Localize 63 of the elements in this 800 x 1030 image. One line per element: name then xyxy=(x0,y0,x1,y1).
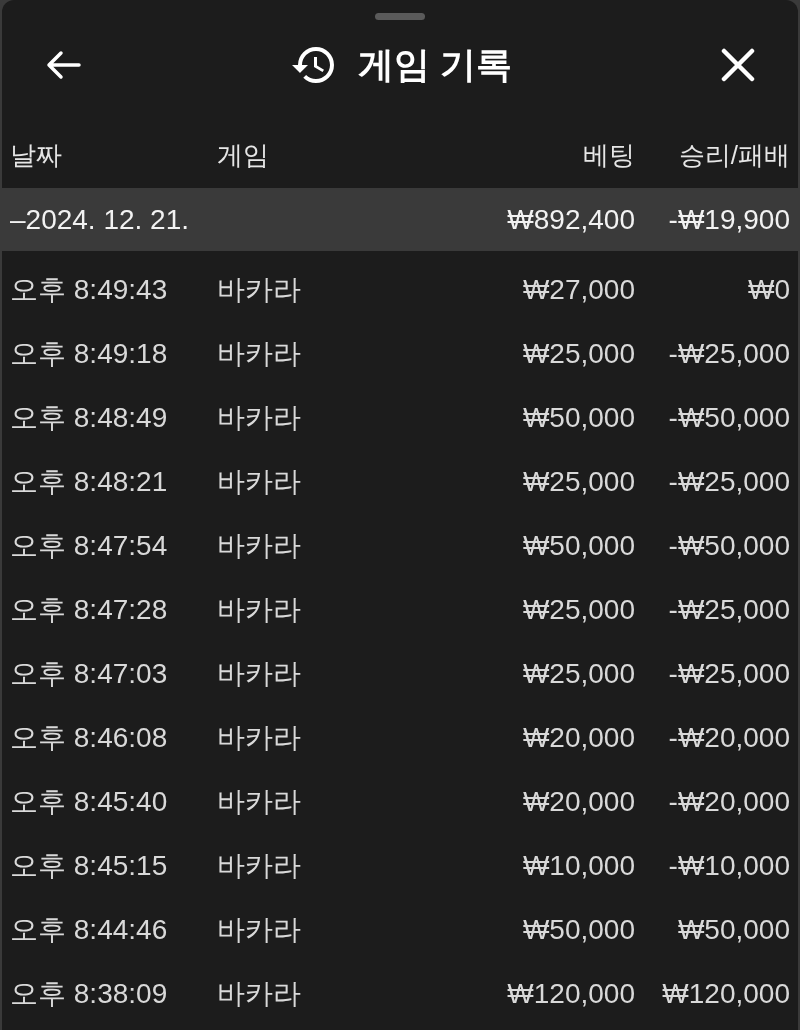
time-cell-text: 오후 8:47:54 xyxy=(10,529,168,563)
back-button[interactable] xyxy=(45,50,81,80)
game-column-header: 게임 xyxy=(217,138,269,172)
time-cell-text: 오후 8:38:09 xyxy=(10,977,168,1011)
time-cell-text: 오후 8:49:18 xyxy=(10,337,168,371)
time-cell-text: 오후 8:45:40 xyxy=(10,785,168,819)
bet-cell-text: ₩50,000 xyxy=(522,913,635,947)
result-cell-text: -₩20,000 xyxy=(668,785,790,819)
result-cell-text: -₩50,000 xyxy=(668,401,790,435)
date-column-header: 날짜 xyxy=(10,138,62,172)
result-cell-text: -₩25,000 xyxy=(668,337,790,371)
sheet-title: 게임 기록 xyxy=(358,47,512,83)
game-cell-text: 바카라 xyxy=(217,529,301,563)
result-cell-text: ₩50,000 xyxy=(677,913,790,947)
bet-cell-text: ₩25,000 xyxy=(522,593,635,627)
result-cell-text: -₩20,000 xyxy=(668,721,790,755)
game-cell-text: 바카라 xyxy=(217,785,301,819)
bet-cell-text: ₩50,000 xyxy=(522,529,635,563)
result-cell-text: -₩25,000 xyxy=(668,593,790,627)
game-cell-text: 바카라 xyxy=(217,273,301,307)
game-cell-text: 바카라 xyxy=(217,657,301,691)
game-cell-text: 바카라 xyxy=(217,465,301,499)
bet-cell-text: ₩50,000 xyxy=(522,401,635,435)
game-cell-text: 바카라 xyxy=(217,401,301,435)
result-cell-text: ₩0 xyxy=(748,273,790,307)
time-cell-text: 오후 8:48:21 xyxy=(10,465,168,499)
time-cell-text: 오후 8:47:03 xyxy=(10,657,168,691)
result-cell-text: -₩10,000 xyxy=(668,849,790,883)
game-cell-text: 바카라 xyxy=(217,593,301,627)
bet-cell-text: ₩120,000 xyxy=(507,977,635,1011)
group-date: –2024. 12. 21. xyxy=(10,202,190,237)
result-cell-text: -₩25,000 xyxy=(668,465,790,499)
history-icon xyxy=(292,47,334,83)
time-cell-text: 오후 8:49:43 xyxy=(10,273,168,307)
bet-cell-text: ₩25,000 xyxy=(522,657,635,691)
result-total: -₩19,900 xyxy=(668,202,790,237)
bet-cell-text: ₩20,000 xyxy=(522,721,635,755)
arrow-left-icon xyxy=(45,50,81,80)
result-cell-text: -₩25,000 xyxy=(668,657,790,691)
time-cell-text: 오후 8:45:15 xyxy=(10,849,168,883)
bet-cell-text: ₩10,000 xyxy=(522,849,635,883)
time-cell-text: 오후 8:46:08 xyxy=(10,721,168,755)
result-cell-text: -₩50,000 xyxy=(668,529,790,563)
game-cell-text: 바카라 xyxy=(217,849,301,883)
bet-cell-text: ₩25,000 xyxy=(522,465,635,499)
time-cell-text: 오후 8:48:49 xyxy=(10,401,168,435)
close-button[interactable] xyxy=(721,48,755,82)
time-cell-text: 오후 8:44:46 xyxy=(10,913,168,947)
game-cell-text: 바카라 xyxy=(217,977,301,1011)
bet-cell-text: ₩20,000 xyxy=(522,785,635,819)
result-column-header: 승리/패배 xyxy=(678,138,790,172)
close-icon xyxy=(721,48,755,82)
time-cell-text: 오후 8:47:28 xyxy=(10,593,168,627)
game-cell-text: 바카라 xyxy=(217,721,301,755)
game-cell-text: 바카라 xyxy=(217,913,301,947)
bet-cell-text: ₩27,000 xyxy=(522,273,635,307)
result-cell-text: ₩120,000 xyxy=(662,977,790,1011)
bet-total: ₩892,400 xyxy=(507,202,635,237)
bet-cell-text: ₩25,000 xyxy=(522,337,635,371)
date-group-row[interactable]: –2024. 12. 21. ₩892,400 -₩19,900 xyxy=(2,188,798,251)
bet-column-header: 베팅 xyxy=(583,138,635,172)
drag-handle[interactable] xyxy=(375,13,425,20)
game-cell-text: 바카라 xyxy=(217,337,301,371)
